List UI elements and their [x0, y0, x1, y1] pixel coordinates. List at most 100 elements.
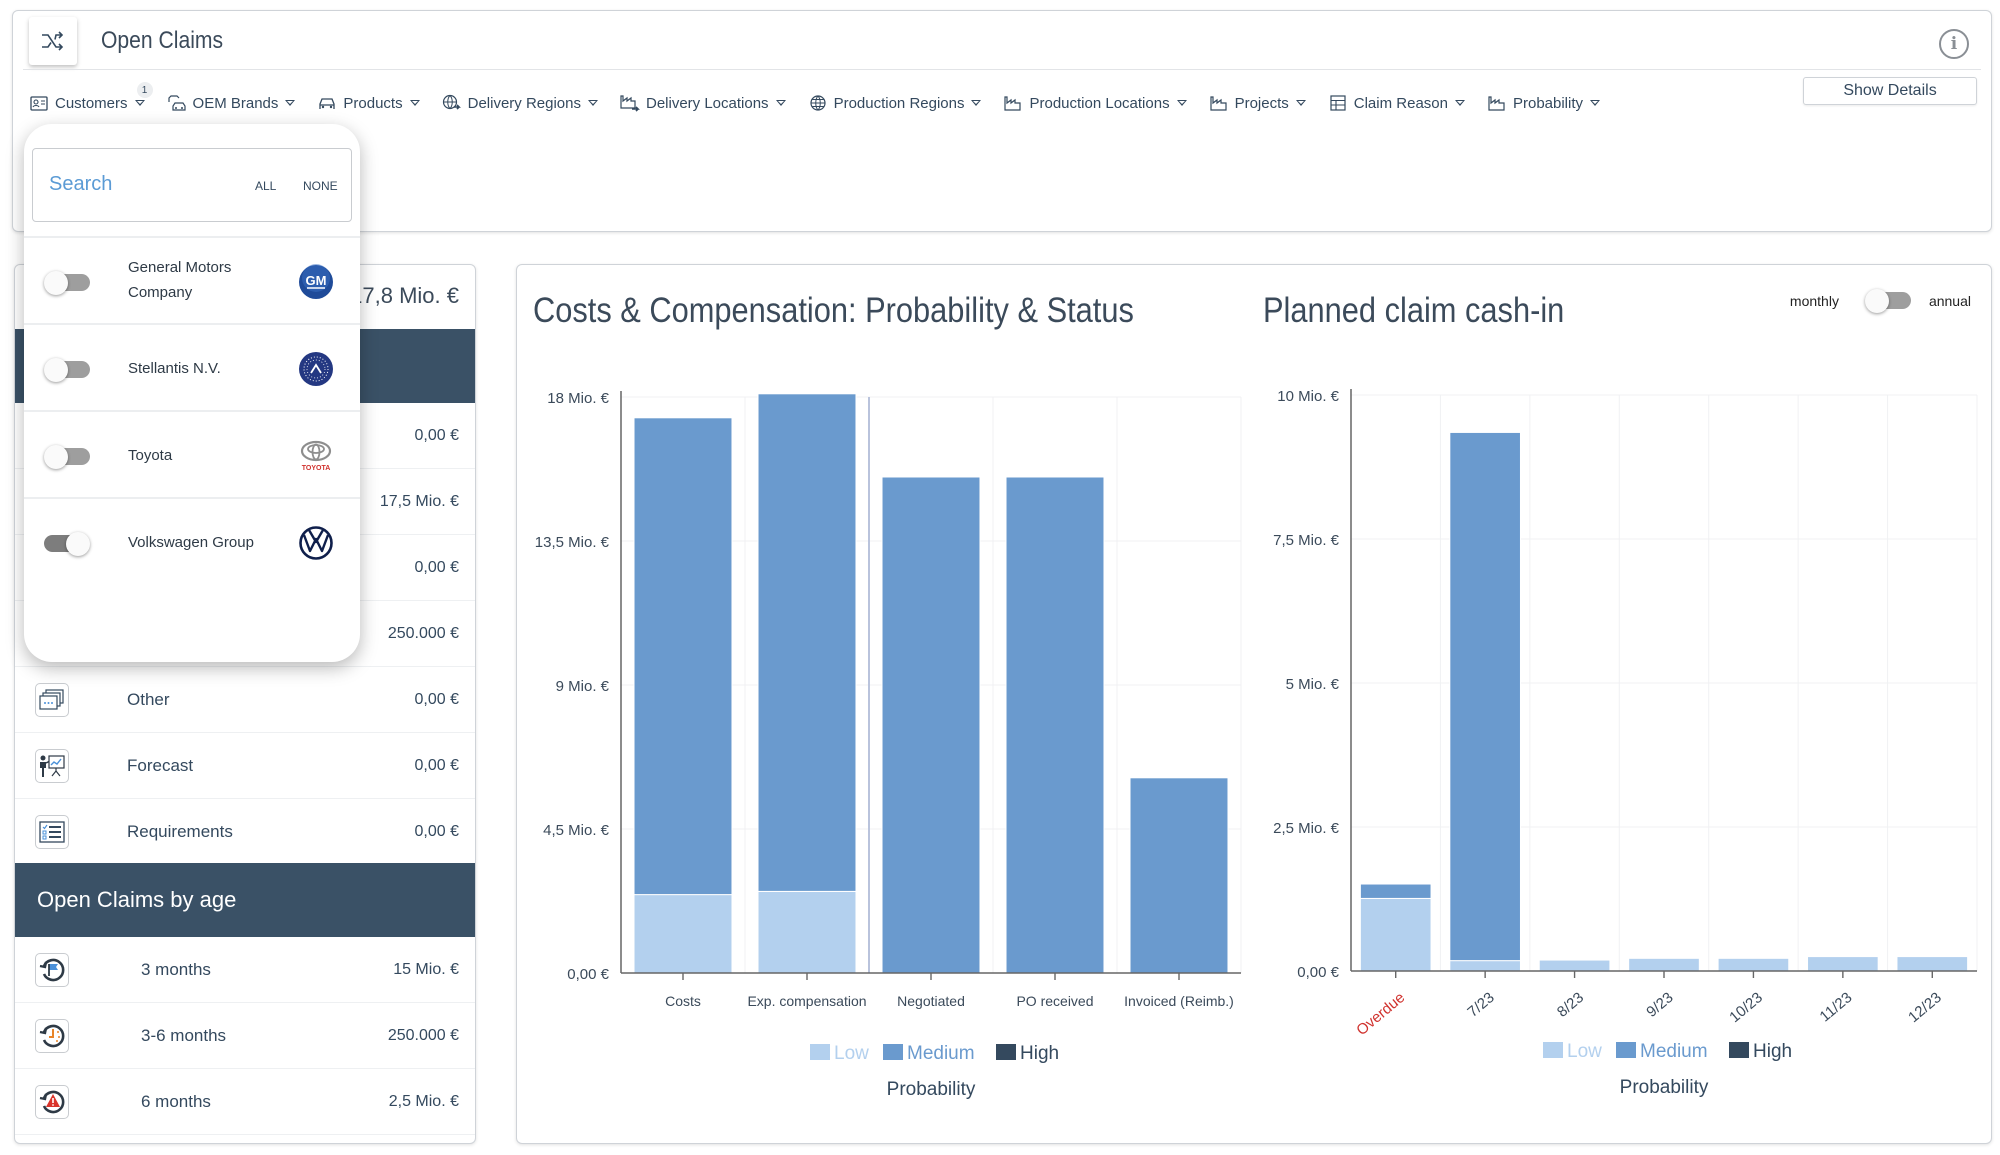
- x-tick-label: 8/23: [1554, 989, 1587, 1021]
- y-tick-label: 4,5 Mio. €: [543, 822, 610, 839]
- x-tick-label: Overdue: [1353, 989, 1408, 1039]
- chart-1: 0,00 € 2,5 Mio. € 5 Mio. € 7,5 Mio. € 10 Mio…: [1273, 388, 1978, 1098]
- chevron-down-icon: [1176, 100, 1187, 106]
- filter-label: Customers: [55, 94, 128, 112]
- row-value: 0,00 €: [414, 558, 459, 576]
- y-tick-label: 9 Mio. €: [556, 678, 610, 695]
- age-row[interactable]: 3-6 months 250.000 €: [15, 1003, 475, 1069]
- select-none-button[interactable]: NONE: [303, 179, 338, 193]
- filter-delivery-locations[interactable]: Delivery Locations: [620, 94, 786, 112]
- customer-toggle[interactable]: [44, 532, 90, 556]
- charts-svg: 0,00 € 4,5 Mio. € 9 Mio. € 13,5 Mio. € 18 Mi…: [535, 388, 1978, 1100]
- customer-option[interactable]: Volkswagen Group: [24, 497, 360, 584]
- x-tick-label: 7/23: [1464, 989, 1497, 1021]
- row-value: 0,00 €: [414, 426, 459, 444]
- select-all-button[interactable]: ALL: [255, 179, 276, 193]
- toyota-logo-icon: TOYOTA: [298, 438, 334, 474]
- age-value: 2,5 Mio. €: [388, 1092, 459, 1110]
- customer-name: General Motors Company: [128, 259, 232, 301]
- claim-category-row[interactable]: Requirements 0,00 €: [15, 799, 475, 865]
- bar-medium: [1449, 431, 1521, 962]
- globe-icon: [808, 94, 828, 112]
- legend-swatch-medium: [1616, 1042, 1636, 1058]
- bar-low: [1449, 960, 1521, 972]
- chevron-down-icon: [588, 100, 598, 106]
- filter-production-regions[interactable]: Production Regions: [808, 94, 982, 112]
- customer-toggle[interactable]: [44, 358, 90, 382]
- filter-count-badge: 1: [136, 82, 153, 98]
- customer-name: Volkswagen Group: [128, 534, 254, 551]
- chevron-down-icon: [971, 100, 982, 106]
- stellantis-logo-icon: [298, 351, 334, 387]
- gm-logo-icon: GM: [298, 264, 334, 300]
- legend-label-low[interactable]: Low: [1567, 1041, 1602, 1062]
- show-details-button[interactable]: Show Details: [1803, 77, 1977, 105]
- other-cards-icon: [35, 682, 69, 717]
- age-row[interactable]: 6 months 2,5 Mio. €: [15, 1069, 475, 1135]
- bar-low: [633, 894, 733, 974]
- legend-label-high[interactable]: High: [1753, 1041, 1792, 1062]
- filter-oem-brands[interactable]: OEM Brands: [167, 94, 296, 112]
- claim-category-row[interactable]: Other 0,00 €: [15, 667, 475, 733]
- age-value: 250.000 €: [387, 1026, 459, 1044]
- x-tick-label: 9/23: [1643, 989, 1676, 1021]
- page-title: Open Claims: [101, 27, 224, 54]
- chevron-down-icon: [1590, 100, 1601, 106]
- filter-probability[interactable]: Probability: [1487, 94, 1601, 112]
- factory-icon: [1003, 94, 1023, 112]
- svg-text:TOYOTA: TOYOTA: [302, 465, 331, 472]
- age-value: 15 Mio. €: [393, 960, 459, 978]
- row-value: 0,00 €: [414, 690, 459, 708]
- x-tick-label: 10/23: [1726, 989, 1766, 1026]
- filter-label: Delivery Regions: [467, 94, 581, 112]
- bar-medium: [881, 476, 981, 974]
- age-row[interactable]: 3 months 15 Mio. €: [15, 937, 475, 1003]
- forecast-presenter-icon: [35, 748, 69, 783]
- customer-toggle[interactable]: [44, 445, 90, 469]
- claim-category-row[interactable]: Forecast 0,00 €: [15, 733, 475, 799]
- x-tick-label: Negotiated: [897, 993, 965, 1009]
- divider: [23, 69, 1981, 70]
- filter-claim-reason[interactable]: Claim Reason: [1328, 94, 1465, 112]
- bar-medium: [1129, 777, 1229, 974]
- factory-icon: [1209, 94, 1229, 112]
- info-icon[interactable]: i: [1939, 29, 1969, 59]
- search-input[interactable]: [49, 173, 229, 196]
- row-value: 17,5 Mio. €: [379, 492, 459, 510]
- legend-label-high[interactable]: High: [1020, 1043, 1059, 1064]
- filter-label: Projects: [1234, 94, 1289, 112]
- filter-delivery-regions[interactable]: Delivery Regions: [442, 94, 598, 112]
- filter-production-locations[interactable]: Production Locations: [1003, 94, 1187, 112]
- age-label: 3-6 months: [141, 1025, 227, 1045]
- customer-option[interactable]: Toyota TOYOTA: [24, 410, 360, 497]
- filter-label: Products: [343, 94, 403, 112]
- filter-bar: Customers 1 OEM Brands Products Delivery Reg…: [29, 82, 1622, 123]
- legend-label-medium[interactable]: Medium: [907, 1043, 975, 1064]
- legend-label-medium[interactable]: Medium: [1640, 1041, 1708, 1062]
- filter-projects[interactable]: Projects: [1209, 94, 1306, 112]
- filter-customers[interactable]: Customers 1: [29, 82, 153, 112]
- customer-option[interactable]: Stellantis N.V.: [24, 323, 360, 410]
- customers-dropdown: ALL NONE General Motors Company GM Stellan…: [24, 124, 360, 662]
- legend-swatch-high: [996, 1044, 1016, 1060]
- legend-swatch-low: [1543, 1042, 1563, 1058]
- filter-products[interactable]: Products: [317, 94, 420, 112]
- row-value: 0,00 €: [414, 756, 459, 774]
- y-tick-label: 0,00 €: [1297, 964, 1339, 981]
- bar-low: [1717, 957, 1790, 972]
- x-tick-label: PO received: [1016, 993, 1093, 1009]
- svg-text:GM: GM: [306, 273, 327, 288]
- legend-swatch-medium: [883, 1044, 903, 1060]
- row-label: Other: [127, 689, 170, 709]
- bar-low: [1628, 957, 1700, 972]
- legend-title: Probability: [887, 1079, 976, 1100]
- chevron-down-icon: [1454, 100, 1465, 106]
- age-section-header: Open Claims by age: [15, 863, 475, 937]
- shuffle-icon[interactable]: [29, 17, 77, 65]
- row-label: Requirements: [127, 821, 233, 841]
- customer-option[interactable]: General Motors Company GM: [24, 236, 360, 323]
- car-icon: [317, 94, 337, 112]
- legend-label-low[interactable]: Low: [834, 1043, 869, 1064]
- customer-name: Toyota: [128, 447, 173, 464]
- customer-toggle[interactable]: [44, 271, 90, 295]
